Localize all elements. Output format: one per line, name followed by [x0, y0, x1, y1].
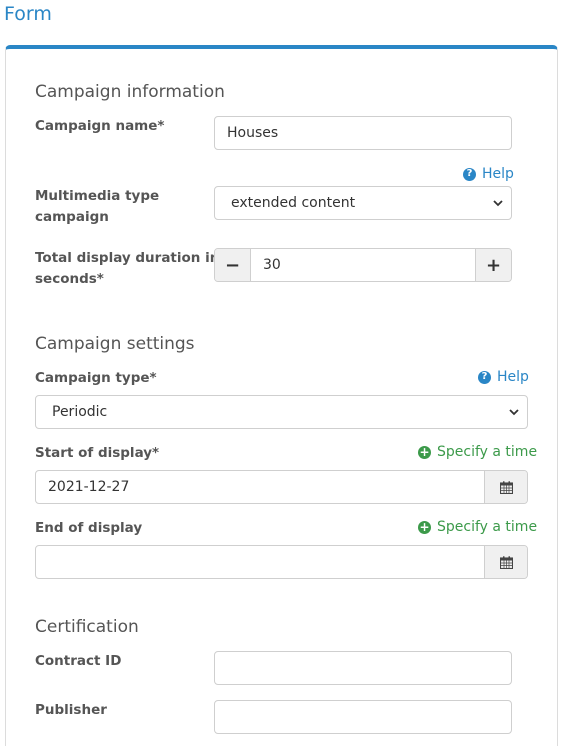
- plus-circle-icon: +: [418, 520, 431, 534]
- section-title-campaign-settings: Campaign settings: [35, 334, 195, 354]
- section-title-certification: Certification: [35, 617, 139, 637]
- specify-time-label: Specify a time: [437, 519, 538, 535]
- section-title-campaign-information: Campaign information: [35, 82, 225, 102]
- question-circle-icon: ?: [463, 167, 476, 181]
- start-of-display-label: Start of display*: [35, 445, 160, 461]
- end-calendar-button[interactable]: [484, 546, 527, 578]
- campaign-type-label: Campaign type*: [35, 370, 157, 386]
- start-of-display-field: 2021-12-27: [35, 470, 528, 504]
- chevron-down-icon: [509, 409, 519, 416]
- start-calendar-button[interactable]: [484, 471, 527, 503]
- campaign-type-select[interactable]: Periodic: [35, 395, 528, 429]
- end-specify-time-link[interactable]: + Specify a time: [418, 519, 537, 535]
- multimedia-type-value: extended content: [231, 195, 356, 211]
- campaign-type-help-link[interactable]: ? Help: [478, 369, 529, 385]
- duration-label-line2: seconds*: [35, 271, 104, 287]
- page-title: Form: [4, 3, 52, 25]
- help-label: Help: [482, 166, 514, 182]
- campaign-name-input[interactable]: Houses: [214, 116, 512, 150]
- campaign-name-label: Campaign name*: [35, 118, 165, 134]
- duration-stepper: − 30 +: [214, 248, 512, 282]
- calendar-icon: [499, 555, 513, 569]
- multimedia-type-label-line1: Multimedia type: [35, 188, 160, 204]
- campaign-type-value: Periodic: [52, 404, 108, 420]
- increment-button[interactable]: +: [475, 249, 511, 281]
- calendar-icon: [499, 480, 513, 494]
- multimedia-help-link[interactable]: ? Help: [463, 166, 514, 182]
- multimedia-type-select[interactable]: extended content: [214, 186, 512, 220]
- plus-circle-icon: +: [418, 445, 431, 459]
- multimedia-type-label: Multimedia type campaign: [35, 186, 159, 228]
- decrement-button[interactable]: −: [215, 249, 251, 281]
- contract-id-input[interactable]: [214, 651, 512, 685]
- multimedia-type-label-line2: campaign: [35, 209, 109, 225]
- question-circle-icon: ?: [478, 370, 491, 384]
- chevron-down-icon: [493, 200, 503, 207]
- help-label: Help: [497, 369, 529, 385]
- end-of-display-input[interactable]: [36, 546, 484, 578]
- end-of-display-label: End of display: [35, 520, 143, 536]
- publisher-input[interactable]: [214, 700, 512, 734]
- specify-time-label: Specify a time: [437, 444, 538, 460]
- duration-input[interactable]: 30: [251, 249, 475, 281]
- publisher-label: Publisher: [35, 702, 107, 718]
- end-of-display-field: [35, 545, 528, 579]
- start-of-display-input[interactable]: 2021-12-27: [36, 471, 484, 503]
- contract-id-label: Contract ID: [35, 653, 122, 669]
- start-specify-time-link[interactable]: + Specify a time: [418, 444, 537, 460]
- duration-label-line1: Total display duration in: [35, 250, 220, 266]
- duration-label: Total display duration in seconds*: [35, 248, 219, 290]
